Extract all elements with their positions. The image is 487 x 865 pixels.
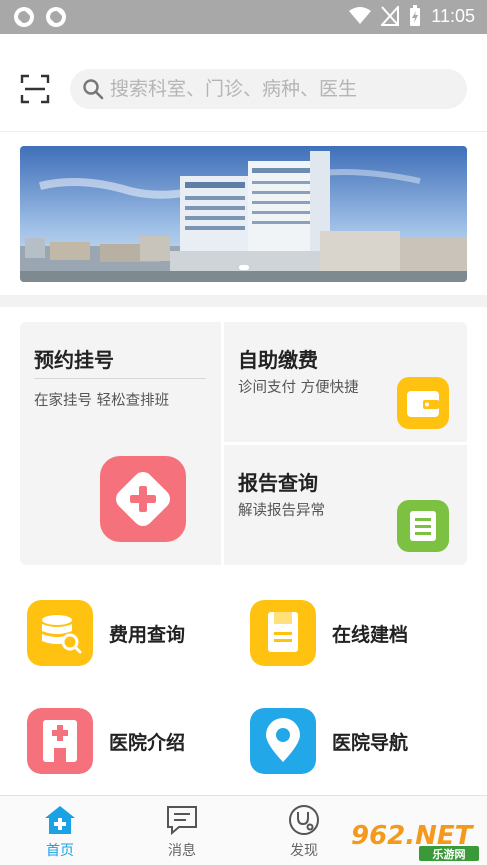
appointment-title: 预约挂号: [34, 348, 114, 372]
hospital-banner[interactable]: [20, 146, 467, 282]
search-icon: [83, 79, 104, 100]
quick-link-hospital-navigation[interactable]: 医院导航: [250, 708, 408, 774]
tab-home[interactable]: 首页: [20, 804, 100, 860]
document-icon: [250, 600, 316, 666]
quick-link-label: 医院导航: [332, 731, 409, 754]
appointment-subtitle: 在家挂号 轻松查排班: [34, 393, 170, 409]
scan-icon[interactable]: [20, 74, 50, 104]
report-card[interactable]: 报告查询 解读报告异常: [224, 445, 467, 565]
quick-link-label: 费用查询: [109, 623, 186, 646]
battery-charging-icon: [410, 5, 421, 26]
stethoscope-icon: [289, 805, 319, 835]
database-search-icon: [27, 600, 93, 666]
message-icon: [167, 806, 197, 836]
notification-app-icon: [14, 7, 34, 27]
wallet-icon: [397, 377, 449, 429]
quick-link-cost-query[interactable]: 费用查询: [27, 600, 185, 666]
watermark-sub: 乐游网: [433, 847, 466, 861]
search-bar[interactable]: [70, 69, 467, 109]
quick-link-online-file[interactable]: 在线建档: [250, 600, 408, 666]
banner-pager-dot[interactable]: [238, 265, 249, 270]
quick-link-hospital-intro[interactable]: 医院介绍: [27, 708, 185, 774]
status-bar: 11:05: [0, 0, 487, 34]
tab-discover[interactable]: 发现: [264, 804, 344, 860]
map-pin-icon: [250, 708, 316, 774]
site-watermark-logo: 962.NET 乐游网: [351, 821, 479, 861]
section-divider: [0, 295, 487, 307]
payment-card[interactable]: 自助缴费 诊间支付 方便快捷: [224, 322, 467, 442]
payment-subtitle: 诊间支付 方便快捷: [238, 380, 359, 396]
quick-link-label: 在线建档: [332, 623, 409, 646]
tab-label: 消息: [168, 843, 196, 859]
home-icon: [45, 806, 75, 834]
tab-label: 发现: [290, 843, 318, 859]
banner-pager: [20, 265, 467, 270]
tab-messages[interactable]: 消息: [142, 804, 222, 860]
wifi-icon: [349, 7, 372, 24]
no-signal-icon: [381, 6, 400, 26]
report-subtitle: 解读报告异常: [238, 503, 325, 519]
appointment-card[interactable]: 预约挂号 在家挂号 轻松查排班: [20, 322, 221, 565]
report-icon: [397, 500, 449, 552]
add-appointment-icon: [100, 456, 186, 542]
search-input[interactable]: [110, 78, 450, 100]
payment-title: 自助缴费: [238, 348, 318, 372]
notification-app-icon: [46, 7, 66, 27]
tab-label: 首页: [46, 843, 74, 859]
divider: [34, 378, 206, 379]
header: [0, 34, 487, 132]
quick-link-label: 医院介绍: [109, 731, 186, 754]
report-title: 报告查询: [238, 471, 318, 495]
clock: 11:05: [431, 5, 475, 26]
hospital-building-image: [20, 146, 467, 282]
hospital-icon: [27, 708, 93, 774]
